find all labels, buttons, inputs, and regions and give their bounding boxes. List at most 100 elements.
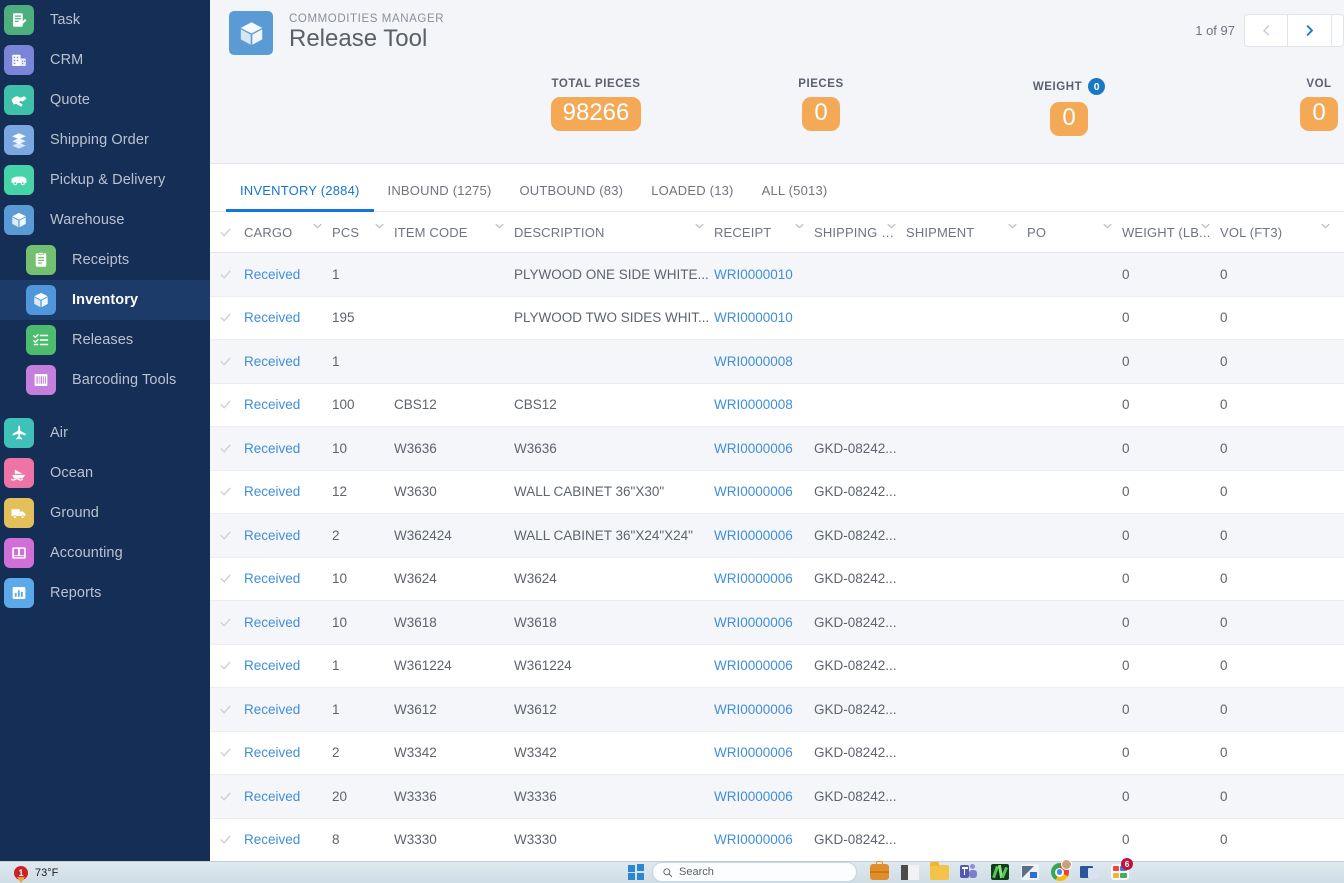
cell-cargo[interactable]: Received [240,441,328,456]
sidebar-item-quote[interactable]: Quote [0,80,210,120]
cell-cargo[interactable]: Received [240,571,328,586]
chevron-down-icon[interactable] [313,223,322,229]
cell-receipt[interactable]: WRI0000006 [710,702,810,717]
cell-receipt[interactable]: WRI0000006 [710,789,810,804]
sidebar-item-ground[interactable]: Ground [0,493,210,533]
cell-receipt[interactable]: WRI0000010 [710,267,810,282]
sidebar-item-shipping-order[interactable]: Shipping Order [0,120,210,160]
cell-receipt[interactable]: WRI0000006 [710,441,810,456]
pagination-overflow-button[interactable] [1332,14,1344,47]
chevron-down-icon[interactable] [695,223,704,229]
row-checkbox[interactable] [210,833,240,846]
row-checkbox[interactable] [210,485,240,498]
table-row[interactable]: Received 10 W3624 W3624 WRI0000006 GKD-08242.… [210,558,1344,601]
table-row[interactable]: Received 1 W361224 W361224 WRI0000006 GKD-082… [210,645,1344,688]
row-checkbox[interactable] [210,529,240,542]
taskbar-chrome-icon[interactable] [1050,859,1072,882]
column-header-shipment[interactable]: SHIPMENT [902,212,1023,252]
column-header-ship[interactable]: SHIPPING O... [810,212,902,252]
cell-receipt[interactable]: WRI0000010 [710,310,810,325]
table-row[interactable]: Received 20 W3336 W3336 WRI0000006 GKD-08242.… [210,775,1344,819]
row-checkbox[interactable] [210,659,240,672]
pagination-next-button[interactable] [1288,14,1332,47]
table-row[interactable]: Received 12 W3630 WALL CABINET 36"X30" WRI00… [210,471,1344,514]
table-row[interactable]: Received 8 W3330 W3330 WRI0000006 GKD-08242..… [210,819,1344,862]
cell-cargo[interactable]: Received [240,484,328,499]
sidebar-item-barcoding-tools[interactable]: Barcoding Tools [0,360,210,400]
cell-receipt[interactable]: WRI0000006 [710,571,810,586]
taskbar-powerpoint-icon[interactable] [1080,863,1099,882]
chevron-down-icon[interactable] [1321,223,1330,229]
table-row[interactable]: Received 2 W3342 W3342 WRI0000006 GKD-08242..… [210,732,1344,775]
chevron-down-icon[interactable] [1103,223,1112,229]
cell-receipt[interactable]: WRI0000008 [710,397,810,412]
sidebar-item-task[interactable]: Task [0,0,210,40]
sidebar-item-inventory[interactable]: Inventory [0,280,210,320]
select-all-checkbox[interactable] [210,226,240,239]
column-header-item[interactable]: ITEM CODE [390,212,510,252]
chevron-down-icon[interactable] [375,223,384,229]
row-checkbox[interactable] [210,311,240,324]
tab-loaded[interactable]: LOADED (13) [637,183,747,211]
cell-cargo[interactable]: Received [240,789,328,804]
sidebar-item-ocean[interactable]: Ocean [0,453,210,493]
column-header-vol[interactable]: VOL (FT3) [1216,212,1336,252]
tab-all[interactable]: ALL (5013) [748,183,842,211]
cell-cargo[interactable]: Received [240,615,328,630]
table-row[interactable]: Received 1 PLYWOOD ONE SIDE WHITE... WRI000… [210,253,1344,297]
cell-cargo[interactable]: Received [240,745,328,760]
row-checkbox[interactable] [210,746,240,759]
row-checkbox[interactable] [210,268,240,281]
taskbar-search-box[interactable]: Search [652,862,857,882]
taskbar-messages-icon[interactable]: 6 [1110,857,1133,882]
pagination-prev-button[interactable] [1244,14,1288,47]
table-row[interactable]: Received 10 W3618 W3618 WRI0000006 GKD-08242.… [210,601,1344,645]
table-row[interactable]: Received 1 W3612 W3612 WRI0000006 GKD-08242..… [210,688,1344,732]
row-checkbox[interactable] [210,398,240,411]
tab-outbound[interactable]: OUTBOUND (83) [505,183,637,211]
row-checkbox[interactable] [210,616,240,629]
sidebar-item-warehouse[interactable]: Warehouse [0,200,210,240]
column-header-receipt[interactable]: RECEIPT [710,212,810,252]
table-row[interactable]: Received 2 W362424 WALL CABINET 36"X24"X24"… [210,514,1344,558]
cell-receipt[interactable]: WRI0000006 [710,615,810,630]
column-header-desc[interactable]: DESCRIPTION [510,212,710,252]
row-checkbox[interactable] [210,355,240,368]
weather-widget[interactable]: 1 73°F [14,865,58,883]
tab-inbound[interactable]: INBOUND (1275) [374,183,506,211]
cell-receipt[interactable]: WRI0000006 [710,528,810,543]
cell-receipt[interactable]: WRI0000008 [710,354,810,369]
taskbar-leaf-app-icon[interactable] [990,863,1009,882]
column-header-weight[interactable]: WEIGHT (LB... [1118,212,1216,252]
tab-inventory[interactable]: INVENTORY (2884) [226,183,374,212]
chevron-down-icon[interactable] [795,223,804,229]
taskbar-file-explorer-icon[interactable] [900,863,919,882]
cell-receipt[interactable]: WRI0000006 [710,745,810,760]
table-row[interactable]: Received 10 W3636 W3636 WRI0000006 GKD-08242.… [210,427,1344,471]
chevron-down-icon[interactable] [1201,223,1210,229]
chevron-down-icon[interactable] [1008,223,1017,229]
column-header-cargo[interactable]: CARGO [240,212,328,252]
cell-receipt[interactable]: WRI0000006 [710,658,810,673]
cell-cargo[interactable]: Received [240,528,328,543]
cell-cargo[interactable]: Received [240,702,328,717]
sidebar-item-pickup-delivery[interactable]: Pickup & Delivery [0,160,210,200]
cell-cargo[interactable]: Received [240,397,328,412]
cell-receipt[interactable]: WRI0000006 [710,832,810,847]
chevron-down-icon[interactable] [495,223,504,229]
taskbar-editor-app-icon[interactable] [1020,863,1039,882]
sidebar-item-receipts[interactable]: Receipts [0,240,210,280]
cell-receipt[interactable]: WRI0000006 [710,484,810,499]
table-row[interactable]: Received 100 CBS12 CBS12 WRI0000008 0 0 [210,384,1344,427]
sidebar-item-air[interactable]: Air [0,413,210,453]
sidebar-item-accounting[interactable]: Accounting [0,533,210,573]
column-header-pcs[interactable]: PCS [328,212,390,252]
sidebar-item-crm[interactable]: CRM [0,40,210,80]
row-checkbox[interactable] [210,572,240,585]
table-row[interactable]: Received 195 PLYWOOD TWO SIDES WHIT... WRI0… [210,297,1344,340]
row-checkbox[interactable] [210,703,240,716]
taskbar-folder-icon[interactable] [930,862,949,882]
sidebar-item-releases[interactable]: Releases [0,320,210,360]
taskbar-briefcase-icon[interactable] [870,861,889,882]
row-checkbox[interactable] [210,442,240,455]
